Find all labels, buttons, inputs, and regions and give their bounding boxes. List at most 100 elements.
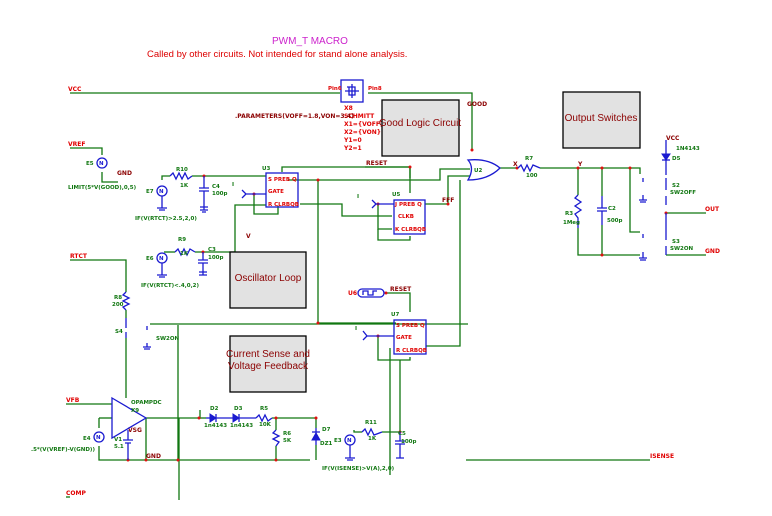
svg-text:10K: 10K: [259, 422, 272, 428]
svg-text:D3: D3: [234, 406, 243, 412]
svg-text:1K: 1K: [180, 183, 189, 189]
diode-d3[interactable]: D3 1n4143: [226, 406, 256, 429]
svg-text:S PREB Q: S PREB Q: [268, 177, 297, 183]
port-vref: VREF: [68, 141, 85, 148]
capacitor-c5[interactable]: C5 100p: [395, 431, 416, 459]
svg-text:100p: 100p: [212, 191, 227, 197]
zener-d7[interactable]: D7 DZ1: [311, 427, 333, 447]
clock-source-u6[interactable]: U6: [348, 288, 385, 298]
resistor-r6[interactable]: R6 5K: [271, 429, 292, 447]
svg-text:5K: 5K: [283, 438, 292, 444]
net-y: Y: [577, 161, 583, 168]
svg-text:S PREB Q: S PREB Q: [396, 323, 425, 329]
svg-text:R7: R7: [525, 156, 533, 162]
svg-text:LIMIT(5*V(GOOD),0,5): LIMIT(5*V(GOOD),0,5): [68, 185, 137, 191]
svg-text:SW2ON: SW2ON: [156, 336, 180, 342]
svg-text:D5: D5: [672, 156, 681, 162]
svg-text:C3: C3: [208, 247, 216, 253]
source-e4[interactable]: N E4 .5*(V(VREF)-V(GND)): [31, 431, 105, 453]
svg-text:N: N: [347, 438, 352, 444]
block-output-switches[interactable]: Output Switches: [562, 91, 641, 149]
svg-text:U2: U2: [474, 168, 482, 174]
resistor-r7[interactable]: R7 100: [517, 156, 541, 179]
port-vfb: VFB: [66, 397, 80, 404]
svg-text:GATE: GATE: [268, 189, 284, 195]
capacitor-c4[interactable]: C4 100p: [199, 176, 227, 208]
diode-d5[interactable]: 1N4143 D5: [661, 140, 700, 175]
svg-text:.5*(V(VREF)-V(GND)): .5*(V(VREF)-V(GND)): [31, 447, 95, 453]
source-e3[interactable]: N E3 IF(V(ISENSE)>V(A),2,0): [322, 434, 395, 472]
svg-text:100: 100: [526, 173, 538, 179]
svg-text:R CLRBQB: R CLRBQB: [268, 202, 299, 208]
resistor-r11[interactable]: R11 1K: [361, 420, 383, 442]
switch-s2[interactable]: S2 SW2OFF: [639, 178, 696, 205]
svg-text:N: N: [159, 256, 164, 262]
svg-text:SW2ON: SW2ON: [670, 246, 694, 252]
svg-text:R3: R3: [565, 211, 573, 217]
svg-text:Current Sense and: Current Sense and: [226, 349, 310, 360]
svg-text:N: N: [159, 189, 164, 195]
port-vcc-out: VCC: [666, 135, 680, 142]
net-gnd-2: GND: [146, 453, 161, 460]
svg-text:IF(V(RTCT)<.4,0,2): IF(V(RTCT)<.4,0,2): [141, 283, 199, 289]
flipflop-u7[interactable]: U7 S PREB Q GATE R CLRBQB: [362, 312, 427, 355]
capacitor-c3[interactable]: C3 100p: [198, 247, 223, 273]
resistor-r5[interactable]: R5 10K: [255, 406, 273, 428]
svg-text:R8: R8: [114, 295, 122, 301]
svg-text:D7: D7: [322, 427, 331, 433]
macro-subtitle: Called by other circuits. Not intended f…: [147, 49, 407, 60]
block-good-logic[interactable]: Good Logic Circuit: [379, 99, 461, 157]
svg-text:Good Logic Circuit: Good Logic Circuit: [379, 118, 461, 129]
svg-text:500p: 500p: [607, 218, 622, 224]
resistor-r3[interactable]: R3 1Meg: [563, 194, 583, 228]
resistor-r10[interactable]: R10 1K: [169, 167, 193, 189]
switch-s4[interactable]: S4 SW2ON: [115, 318, 180, 350]
svg-text:IF(V(ISENSE)>V(A),2,0): IF(V(ISENSE)>V(A),2,0): [322, 466, 395, 472]
block-oscillator-loop[interactable]: Oscillator Loop: [229, 251, 307, 309]
schmitt-trigger-x8[interactable]: Pin6 Pin8 X8 SCHMITT X1={VOFF} X2={VON} …: [235, 79, 384, 152]
svg-text:S3: S3: [672, 239, 680, 245]
net-v: V: [246, 233, 251, 240]
port-isense: ISENSE: [650, 453, 674, 460]
block-current-sense[interactable]: Current Sense and Voltage Feedback: [226, 335, 310, 393]
svg-text:E4: E4: [83, 436, 91, 442]
svg-text:D2: D2: [210, 406, 219, 412]
svg-text:X2={VON}: X2={VON}: [344, 129, 381, 136]
net-i-1: I: [232, 182, 234, 188]
svg-text:V1: V1: [114, 437, 122, 443]
net-reset-1: RESET: [366, 160, 388, 167]
svg-text:Pin8: Pin8: [368, 86, 382, 92]
svg-text:DZ1: DZ1: [320, 441, 333, 447]
source-e7[interactable]: N E7 IF(V(RTCT)>2.5,2,0): [135, 185, 197, 222]
net-reset-2: RESET: [390, 286, 412, 293]
macro-title: PWM_T MACRO: [272, 36, 348, 47]
flipflop-u3[interactable]: U3 S PREB Q GATE R CLRBQB: [241, 166, 299, 208]
svg-text:E5: E5: [86, 161, 94, 167]
svg-text:200: 200: [112, 302, 124, 308]
port-gnd: GND: [705, 248, 720, 255]
svg-text:C4: C4: [212, 184, 220, 190]
capacitor-c2[interactable]: C2 500p: [597, 196, 622, 225]
svg-text:E3: E3: [334, 438, 342, 444]
resistor-r9[interactable]: R9 1K: [174, 237, 196, 257]
net-fff: FFF: [442, 197, 454, 204]
svg-text:1Meg: 1Meg: [563, 220, 580, 226]
switch-s3[interactable]: S3 SW2ON: [639, 213, 694, 261]
diode-d2[interactable]: D2 1n4143: [204, 406, 227, 429]
svg-text:R9: R9: [178, 237, 186, 243]
flipflop-u5[interactable]: U5 J PREB Q CLKB K CLRBQB: [371, 192, 426, 235]
schematic-canvas: PWM_T MACRO Called by other circuits. No…: [0, 0, 720, 500]
source-e6[interactable]: N E6 IF(V(RTCT)<.4,0,2): [141, 252, 199, 289]
svg-text:U7: U7: [391, 312, 399, 318]
svg-text:E7: E7: [146, 189, 154, 195]
svg-text:Oscillator Loop: Oscillator Loop: [235, 273, 302, 284]
resistor-r8[interactable]: R8 200: [112, 291, 131, 311]
svg-text:C5: C5: [398, 431, 406, 437]
svg-text:IF(V(RTCT)>2.5,2,0): IF(V(RTCT)>2.5,2,0): [135, 216, 197, 222]
or-gate-u2[interactable]: U2: [466, 159, 501, 181]
net-gnd-1: GND: [117, 170, 132, 177]
svg-text:R CLRBQB: R CLRBQB: [396, 348, 427, 354]
svg-text:R10: R10: [176, 167, 188, 173]
svg-text:.PARAMETERS(VOFF=1.8,VON=3.4): .PARAMETERS(VOFF=1.8,VON=3.4): [235, 113, 354, 120]
svg-text:X8: X8: [344, 105, 353, 112]
